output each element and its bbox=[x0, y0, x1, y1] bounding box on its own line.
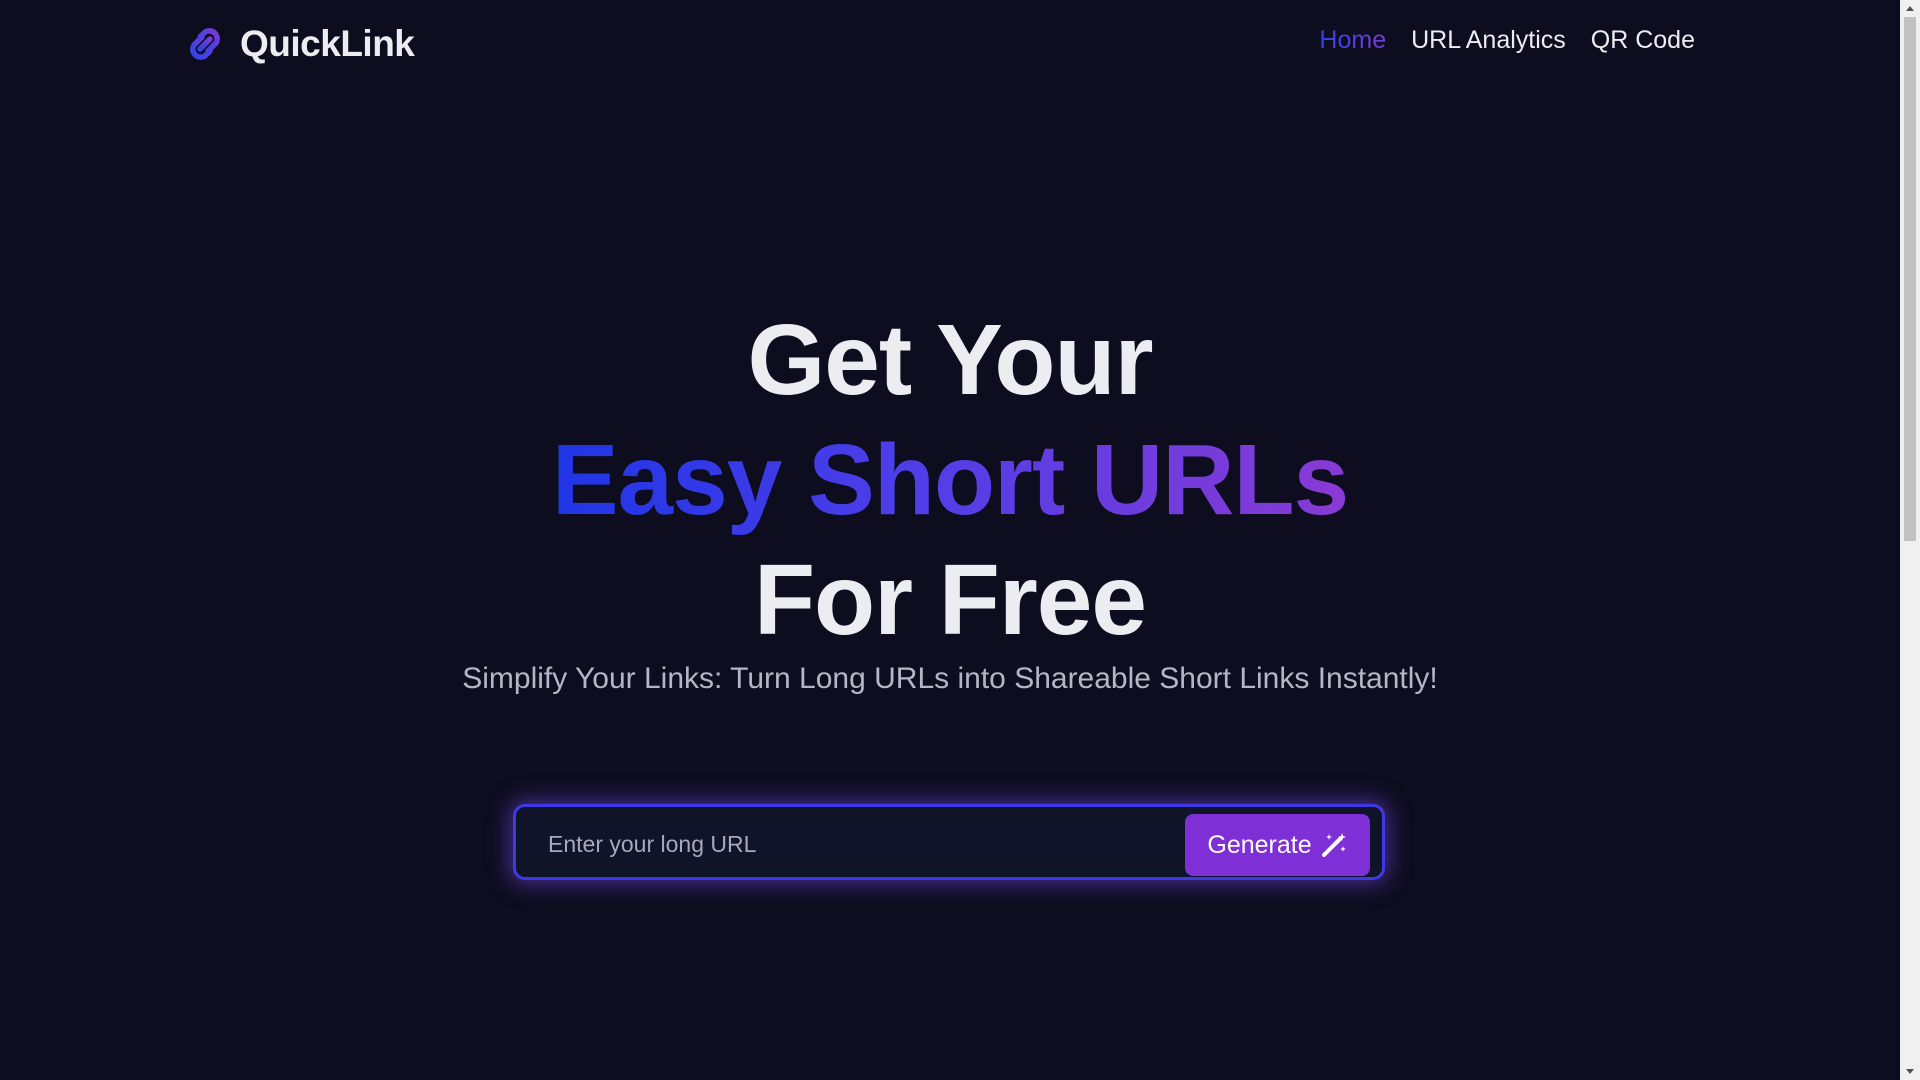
logo[interactable]: QuickLink bbox=[182, 20, 415, 68]
nav-qr-code[interactable]: QR Code bbox=[1591, 26, 1695, 55]
scroll-down-icon[interactable] bbox=[1900, 1063, 1920, 1080]
scroll-up-icon[interactable] bbox=[1900, 0, 1920, 17]
long-url-input[interactable] bbox=[530, 817, 1190, 871]
hero-title-line-1: Get Your bbox=[747, 304, 1153, 416]
shorten-url-form: Generate bbox=[513, 804, 1385, 880]
hero-section: Get Your Easy Short URLs For Free Simpli… bbox=[0, 300, 1900, 696]
site-header: QuickLink Home URL Analytics QR Code bbox=[0, 0, 1900, 88]
generate-button[interactable]: Generate bbox=[1185, 814, 1370, 876]
generate-button-label: Generate bbox=[1207, 830, 1312, 859]
logo-text: QuickLink bbox=[240, 23, 415, 64]
scrollbar-thumb[interactable] bbox=[1904, 17, 1916, 541]
hero-title-highlight: Easy Short URLs bbox=[551, 424, 1349, 536]
page: QuickLink Home URL Analytics QR Code Get… bbox=[0, 0, 1900, 1080]
hero-title-line-2: Easy Short URLs bbox=[0, 420, 1900, 540]
nav-home[interactable]: Home bbox=[1319, 26, 1386, 55]
hero-subtitle: Simplify Your Links: Turn Long URLs into… bbox=[462, 662, 1438, 695]
vertical-scrollbar[interactable] bbox=[1900, 0, 1920, 1080]
link-icon bbox=[190, 28, 220, 60]
hero-title-line-3: For Free bbox=[753, 544, 1147, 656]
main-nav: Home URL Analytics QR Code bbox=[1319, 26, 1695, 55]
nav-url-analytics[interactable]: URL Analytics bbox=[1411, 26, 1566, 55]
magic-wand-icon bbox=[1321, 833, 1346, 857]
